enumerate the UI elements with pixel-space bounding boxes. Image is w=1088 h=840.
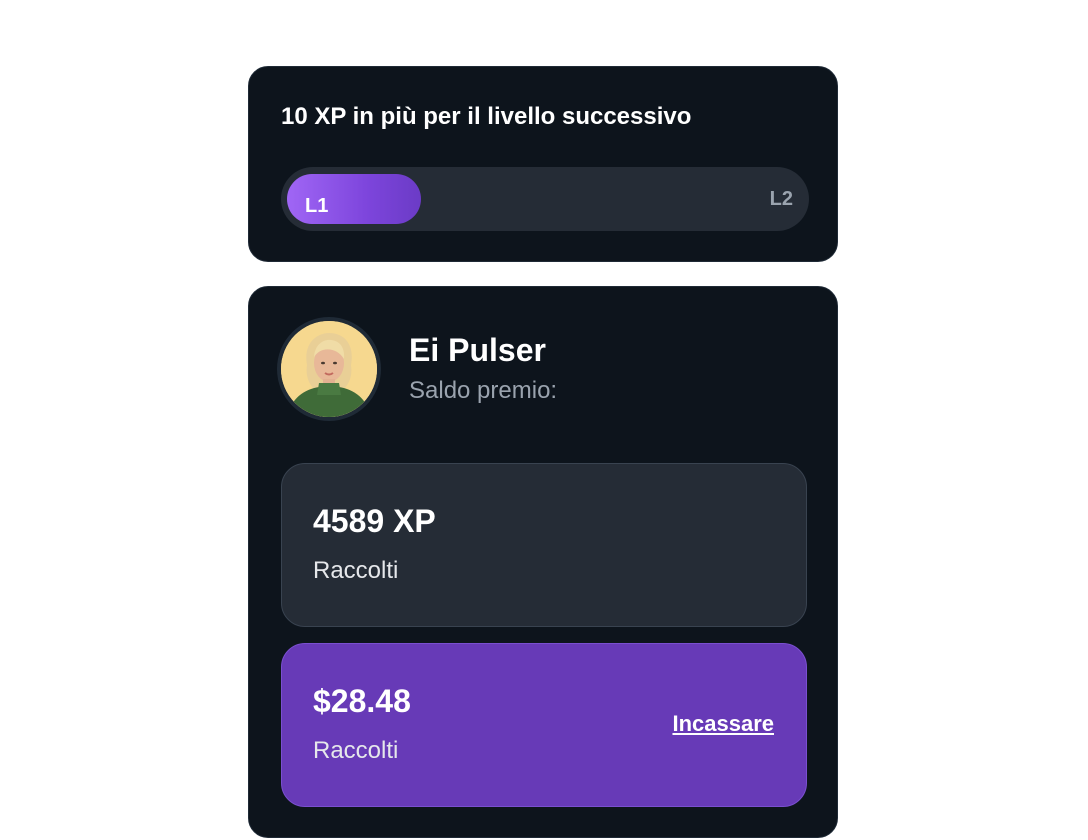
level-progress-title: 10 XP in più per il livello successivo [281, 103, 692, 130]
cash-collected-label: Raccolti [313, 737, 399, 764]
user-avatar-photo-icon [281, 321, 377, 417]
cash-value: $28.48 [313, 683, 411, 719]
reward-balance-label: Saldo premio: [409, 377, 558, 404]
profile-card: Ei Pulser Saldo premio: 4589 XP Raccolti… [248, 286, 838, 838]
xp-value: 4589 XP [313, 503, 436, 539]
level-progress-bar: L1 L2 [281, 167, 809, 231]
xp-collected-box: 4589 XP Raccolti [281, 463, 807, 627]
user-name: Ei Pulser [409, 332, 546, 368]
level-progress-card: 10 XP in più per il livello successivo L… [248, 66, 838, 262]
cash-collected-box: $28.48 Raccolti Incassare [281, 643, 807, 807]
current-level-label: L1 [305, 195, 329, 217]
level-progress-fill: L1 [287, 174, 421, 224]
next-level-label: L2 [769, 188, 793, 210]
avatar [277, 317, 381, 421]
xp-collected-label: Raccolti [313, 557, 399, 584]
cash-out-link[interactable]: Incassare [672, 710, 774, 738]
